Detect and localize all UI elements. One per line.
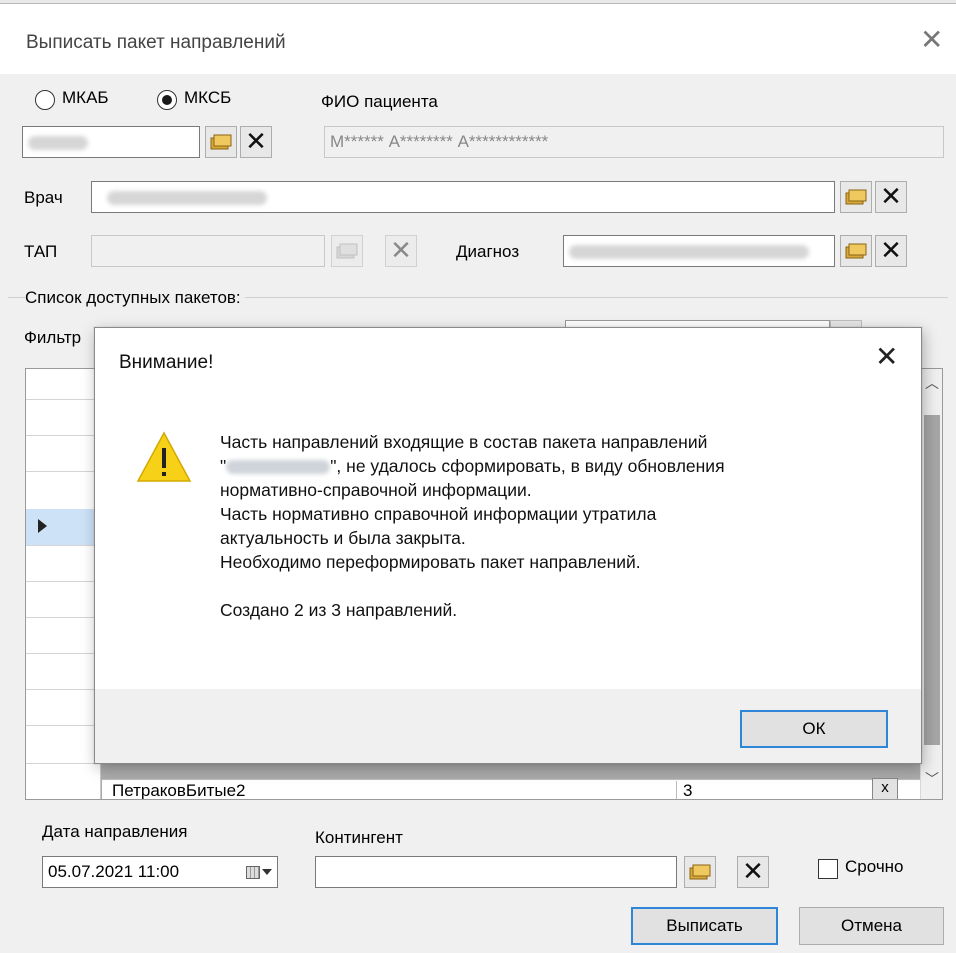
package-count-cell: 3 bbox=[676, 781, 692, 799]
grid-row-divider bbox=[26, 763, 101, 764]
grid-row-divider bbox=[26, 435, 101, 436]
current-row-arrow-icon bbox=[38, 519, 47, 533]
folder-icon bbox=[845, 243, 867, 259]
contingent-select-button[interactable] bbox=[684, 856, 716, 888]
close-icon: ✕ bbox=[880, 236, 902, 266]
folder-icon bbox=[689, 864, 711, 880]
grid-row-divider bbox=[26, 545, 101, 546]
close-icon: ✕ bbox=[390, 236, 412, 266]
scrollbar-thumb[interactable] bbox=[924, 415, 940, 745]
urgent-label: Срочно bbox=[845, 857, 904, 876]
window-top-edge bbox=[0, 0, 956, 4]
submit-button[interactable]: Выписать bbox=[631, 907, 778, 945]
grid-row-divider bbox=[26, 653, 101, 654]
date-label: Дата направления bbox=[42, 822, 188, 841]
contingent-clear-button[interactable]: ✕ bbox=[737, 856, 769, 888]
warning-icon bbox=[136, 431, 192, 482]
folder-icon bbox=[336, 243, 358, 259]
diagnosis-label: Диагноз bbox=[456, 242, 520, 261]
grid-row-divider bbox=[26, 725, 101, 726]
grid-row-divider bbox=[26, 581, 101, 582]
patient-name-label: ФИО пациента bbox=[321, 92, 438, 111]
radio-mksb-label: МКСБ bbox=[184, 88, 232, 107]
doctor-select-button[interactable] bbox=[840, 181, 872, 213]
card-clear-button[interactable]: ✕ bbox=[240, 126, 272, 158]
contingent-field[interactable] bbox=[315, 856, 677, 888]
diagnosis-clear-button[interactable]: ✕ bbox=[875, 235, 907, 267]
message-line: нормативно-справочной информации. bbox=[220, 480, 532, 500]
date-picker-button[interactable] bbox=[240, 858, 278, 886]
message-summary: Создано 2 из 3 направлений. bbox=[220, 600, 458, 620]
grid-row-divider bbox=[26, 617, 101, 618]
window-close-icon[interactable]: ✕ bbox=[920, 26, 943, 54]
grid-vertical-scrollbar[interactable]: ︿ ﹀ bbox=[920, 369, 942, 799]
message-line-with-redaction: " ", не удалось сформировать, в виду обно… bbox=[220, 456, 725, 476]
scroll-down-icon[interactable]: ﹀ bbox=[925, 769, 939, 789]
tap-label: ТАП bbox=[24, 242, 58, 261]
card-select-button[interactable] bbox=[205, 126, 237, 158]
radio-mkab-label: МКАБ bbox=[62, 88, 109, 107]
diagnosis-select-button[interactable] bbox=[840, 235, 872, 267]
message-line: Необходимо переформировать пакет направл… bbox=[220, 552, 641, 572]
doctor-label: Врач bbox=[24, 188, 63, 207]
filter-label: Фильтр bbox=[24, 328, 82, 347]
close-icon: ✕ bbox=[880, 182, 902, 212]
packages-group-label: Список доступных пакетов: bbox=[25, 288, 245, 308]
close-icon: ✕ bbox=[245, 127, 267, 157]
warning-dialog: Внимание! ✕ Часть направлений входящие в… bbox=[94, 327, 922, 764]
radio-mksb[interactable] bbox=[157, 90, 177, 110]
dialog-close-icon[interactable]: ✕ bbox=[875, 343, 898, 371]
ok-button[interactable]: ОК bbox=[740, 710, 888, 748]
cancel-button[interactable]: Отмена bbox=[799, 907, 944, 945]
scroll-up-icon[interactable]: ︿ bbox=[925, 373, 939, 393]
radio-mkab[interactable] bbox=[35, 90, 55, 110]
package-name-cell: ПетраковБитые2 bbox=[112, 781, 246, 800]
redacted-value bbox=[569, 244, 809, 259]
message-line: Часть нормативно справочной информации у… bbox=[220, 504, 657, 524]
urgent-checkbox[interactable] bbox=[818, 859, 838, 879]
redacted-value bbox=[28, 135, 88, 150]
window-title: Выписать пакет направлений bbox=[26, 32, 286, 53]
message-line: Часть направлений входящие в состав паке… bbox=[220, 432, 708, 452]
doctor-field[interactable] bbox=[91, 181, 835, 213]
diagnosis-field[interactable] bbox=[563, 235, 835, 267]
table-row[interactable]: ПетраковБитые2 3 x bbox=[102, 778, 920, 800]
calendar-icon bbox=[246, 865, 260, 879]
close-icon: ✕ bbox=[742, 857, 764, 887]
doctor-clear-button[interactable]: ✕ bbox=[875, 181, 907, 213]
grid-row-divider bbox=[26, 689, 101, 690]
dialog-message: Часть направлений входящие в состав паке… bbox=[220, 430, 900, 622]
redacted-value bbox=[107, 190, 267, 205]
dialog-title: Внимание! bbox=[119, 352, 214, 373]
tap-select-button bbox=[331, 235, 363, 267]
folder-icon bbox=[210, 134, 232, 150]
grid-row-divider bbox=[26, 471, 101, 472]
chevron-down-icon bbox=[262, 869, 272, 875]
redacted-package-name bbox=[226, 460, 331, 475]
contingent-label: Контингент bbox=[315, 828, 403, 847]
grid-row-header-column bbox=[26, 369, 101, 799]
package-action-button[interactable]: x bbox=[872, 778, 898, 799]
patient-name-field: М****** А******** А************ bbox=[324, 126, 944, 158]
card-number-field[interactable] bbox=[22, 126, 200, 158]
tap-field bbox=[91, 235, 325, 267]
folder-icon bbox=[845, 189, 867, 205]
tap-clear-button: ✕ bbox=[385, 235, 417, 267]
message-line: актуальность и была закрыта. bbox=[220, 528, 466, 548]
grid-row-divider bbox=[26, 399, 101, 400]
